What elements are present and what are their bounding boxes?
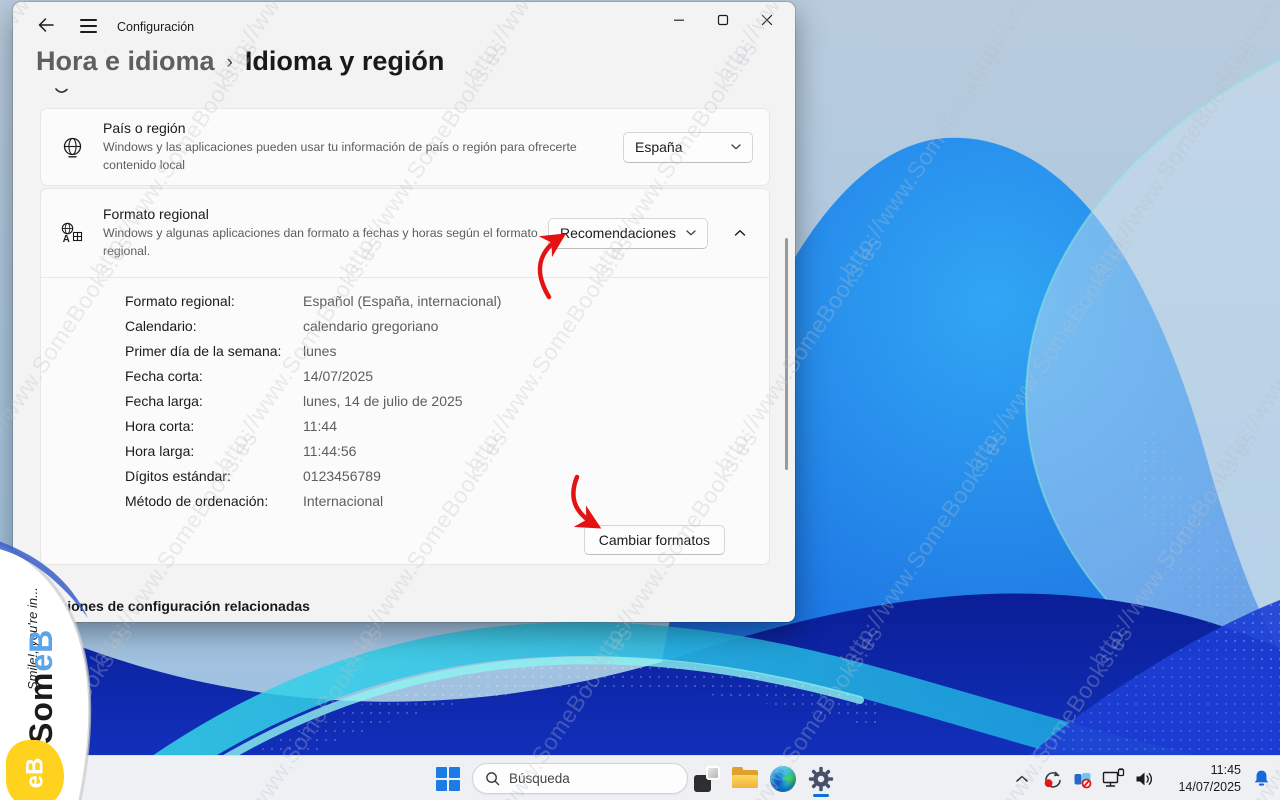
country-dropdown-value: España bbox=[635, 139, 682, 155]
scrollbar-thumb[interactable] bbox=[785, 238, 788, 470]
tray-network-button[interactable] bbox=[1098, 759, 1129, 799]
regional-format-card: A Formato regional Windows y algunas apl… bbox=[40, 188, 770, 565]
chevron-down-icon bbox=[686, 230, 696, 236]
minimize-icon bbox=[673, 14, 685, 26]
tray-device-button[interactable] bbox=[1067, 759, 1098, 799]
start-button[interactable] bbox=[428, 759, 468, 799]
country-dropdown[interactable]: España bbox=[623, 132, 753, 163]
breadcrumb-separator: › bbox=[227, 52, 233, 74]
gear-icon bbox=[808, 766, 834, 792]
search-icon bbox=[485, 771, 500, 786]
format-card-description: Windows y algunas aplicaciones dan forma… bbox=[103, 225, 543, 260]
change-formats-button[interactable]: Cambiar formatos bbox=[584, 525, 725, 555]
breadcrumb-parent[interactable]: Hora e idioma bbox=[36, 46, 215, 77]
maximize-button[interactable] bbox=[701, 4, 745, 36]
edge-browser-button[interactable] bbox=[764, 759, 802, 799]
settings-window: Configuración Hora e idioma › Idioma y r… bbox=[13, 2, 795, 622]
windows-logo-icon bbox=[436, 767, 460, 791]
chevron-up-icon bbox=[1015, 774, 1029, 783]
detail-row: Formato regional:Español (España, intern… bbox=[125, 288, 769, 313]
back-arrow-icon bbox=[36, 15, 56, 35]
country-card-title: País o región bbox=[103, 120, 623, 136]
recorder-icon bbox=[1041, 768, 1063, 790]
hamburger-menu-button[interactable] bbox=[73, 13, 103, 39]
detail-row: Fecha larga:lunes, 14 de julio de 2025 bbox=[125, 388, 769, 413]
detail-row: Hora corta:11:44 bbox=[125, 413, 769, 438]
breadcrumb: Hora e idioma › Idioma y región bbox=[36, 46, 444, 77]
window-title: Configuración bbox=[117, 20, 194, 34]
detail-row: Fecha corta:14/07/2025 bbox=[125, 363, 769, 388]
speaker-icon bbox=[1134, 769, 1155, 789]
globe-icon bbox=[59, 136, 85, 159]
task-view-button[interactable] bbox=[688, 759, 726, 799]
close-icon bbox=[761, 14, 773, 26]
notification-bell-icon bbox=[1251, 768, 1272, 789]
tray-volume-button[interactable] bbox=[1129, 759, 1160, 799]
active-app-indicator bbox=[813, 794, 829, 797]
window-controls bbox=[657, 4, 789, 36]
notification-center-button[interactable] bbox=[1246, 759, 1276, 799]
maximize-icon bbox=[717, 14, 729, 26]
collapse-section-button[interactable] bbox=[727, 220, 753, 246]
format-dropdown[interactable]: Recomendaciones bbox=[548, 218, 708, 249]
regional-format-icon: A bbox=[59, 221, 85, 245]
screen: Configuración Hora e idioma › Idioma y r… bbox=[0, 0, 1280, 800]
close-button[interactable] bbox=[745, 4, 789, 36]
detail-row: Dígitos estándar:0123456789 bbox=[125, 463, 769, 488]
folder-icon bbox=[732, 768, 758, 790]
detail-row: Primer día de la semana:lunes bbox=[125, 338, 769, 363]
clock-date: 14/07/2025 bbox=[1167, 779, 1241, 795]
hamburger-icon bbox=[80, 19, 97, 21]
back-button[interactable] bbox=[31, 12, 61, 38]
titlebar: Configuración bbox=[13, 2, 795, 44]
search-placeholder: Búsqueda bbox=[509, 771, 570, 786]
page-title: Idioma y región bbox=[245, 46, 445, 77]
chevron-down-icon bbox=[731, 144, 741, 150]
taskbar-clock[interactable]: 11:45 14/07/2025 bbox=[1167, 762, 1241, 795]
clock-time: 11:45 bbox=[1167, 762, 1241, 778]
detail-row: Método de ordenación:Internacional bbox=[125, 488, 769, 513]
device-blocked-icon bbox=[1072, 768, 1094, 790]
tray-recorder-button[interactable] bbox=[1036, 759, 1067, 799]
detail-row: Calendario:calendario gregoriano bbox=[125, 313, 769, 338]
minimize-button[interactable] bbox=[657, 4, 701, 36]
file-explorer-button[interactable] bbox=[726, 759, 764, 799]
settings-app-button[interactable] bbox=[802, 759, 840, 799]
format-details-list: Formato regional:Español (España, intern… bbox=[41, 278, 769, 513]
detail-row: Hora larga:11:44:56 bbox=[125, 438, 769, 463]
format-dropdown-value: Recomendaciones bbox=[560, 225, 676, 241]
chevron-up-icon bbox=[734, 229, 746, 237]
search-input[interactable]: Búsqueda bbox=[472, 763, 688, 794]
country-region-card: País o región Windows y las aplicaciones… bbox=[40, 108, 770, 186]
country-card-description: Windows y las aplicaciones pueden usar t… bbox=[103, 139, 581, 174]
related-settings-heading: Opciones de configuración relacionadas bbox=[40, 598, 310, 614]
svg-text:A: A bbox=[63, 234, 70, 245]
task-view-icon bbox=[694, 766, 720, 792]
network-display-icon bbox=[1102, 768, 1125, 789]
edge-icon bbox=[770, 766, 796, 792]
taskbar: Búsqueda bbox=[0, 755, 1280, 800]
clipped-text-fragment bbox=[55, 88, 68, 95]
hidden-icons-button[interactable] bbox=[1008, 759, 1036, 799]
format-card-title: Formato regional bbox=[103, 206, 548, 222]
